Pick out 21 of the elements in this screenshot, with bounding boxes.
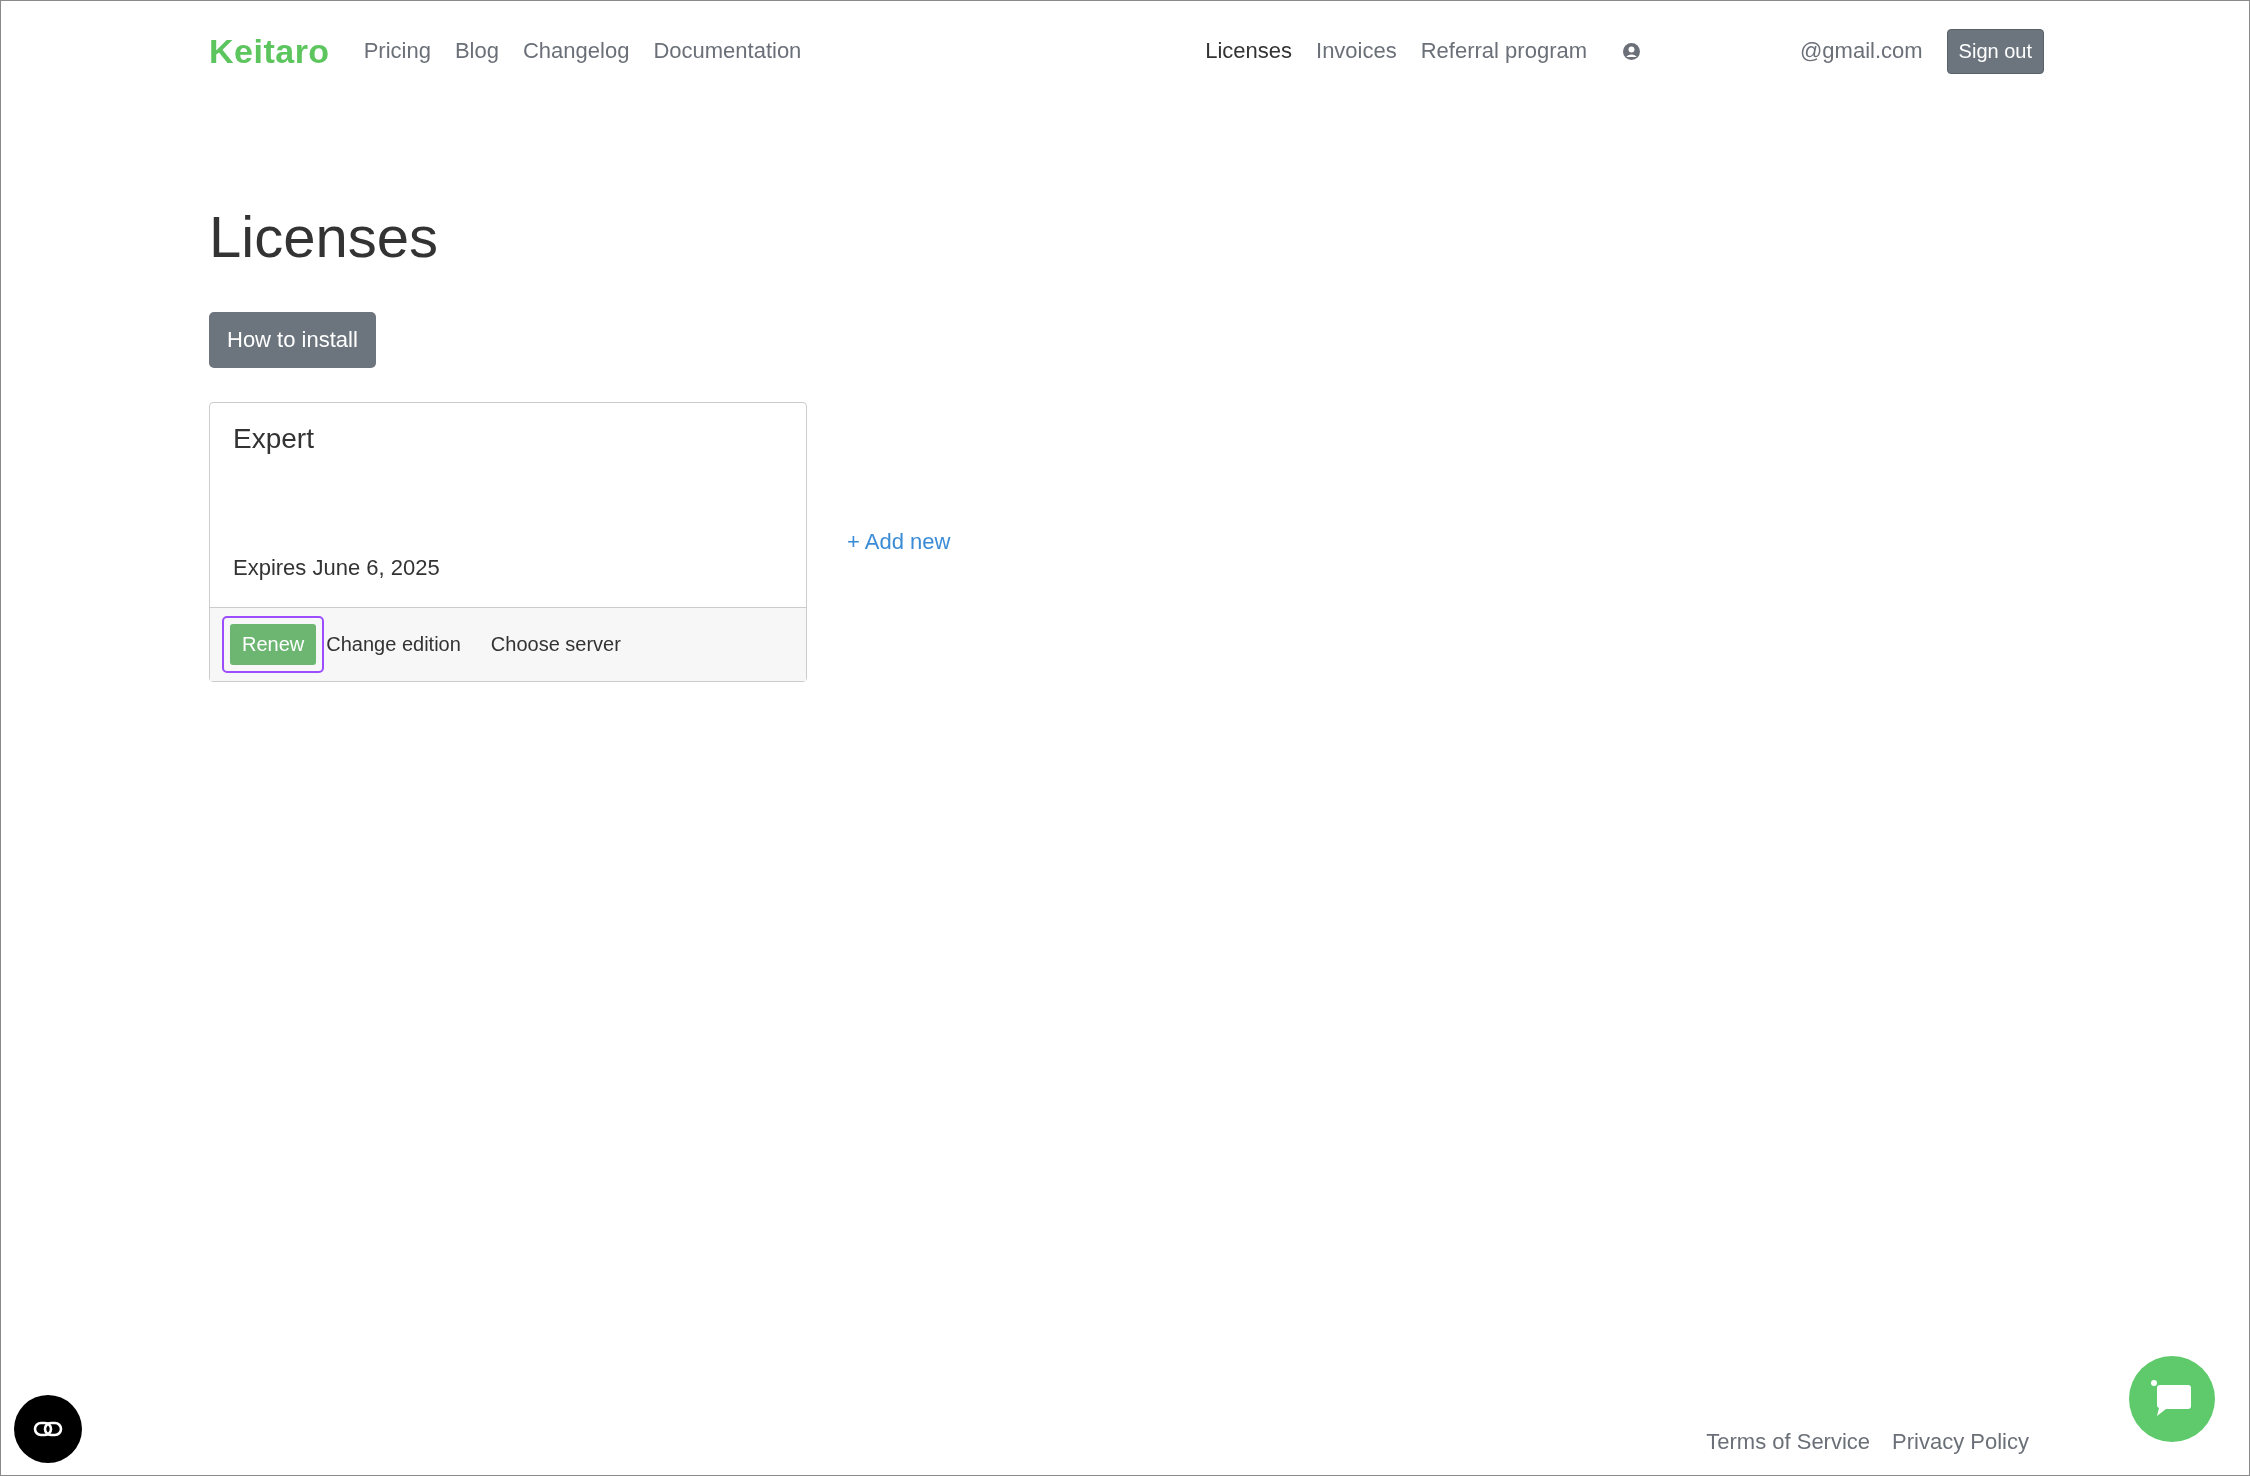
nav-link[interactable]: Licenses [1205,38,1292,64]
user-icon[interactable] [1623,42,1640,60]
footer-link[interactable]: Terms of Service [1706,1429,1871,1455]
add-new-link[interactable]: + Add new [847,529,951,555]
chat-bubble-icon [2150,1379,2194,1419]
action-link[interactable]: Choose server [490,625,633,664]
nav-link[interactable]: Referral program [1420,38,1587,64]
sign-out-button[interactable]: Sign out [1946,28,2044,74]
footer-link[interactable]: Privacy Policy [1892,1429,2029,1455]
user-email: @gmail.com [1800,38,1923,64]
nav-link[interactable]: Documentation [653,38,802,64]
nav-link[interactable]: Changelog [522,38,630,64]
linked-rings-icon [33,1421,63,1437]
nav-link[interactable]: Pricing [363,38,431,64]
action-link[interactable]: Change edition [326,625,473,664]
page-title: Licenses [209,203,439,270]
edition-name: Expert [233,423,315,455]
how-to-install-button[interactable]: How to install [209,312,376,368]
nav-link[interactable]: Invoices [1316,38,1397,64]
expiry-date: Expires June 6, 2025 [233,555,441,581]
nav-link[interactable]: Blog [454,38,499,64]
